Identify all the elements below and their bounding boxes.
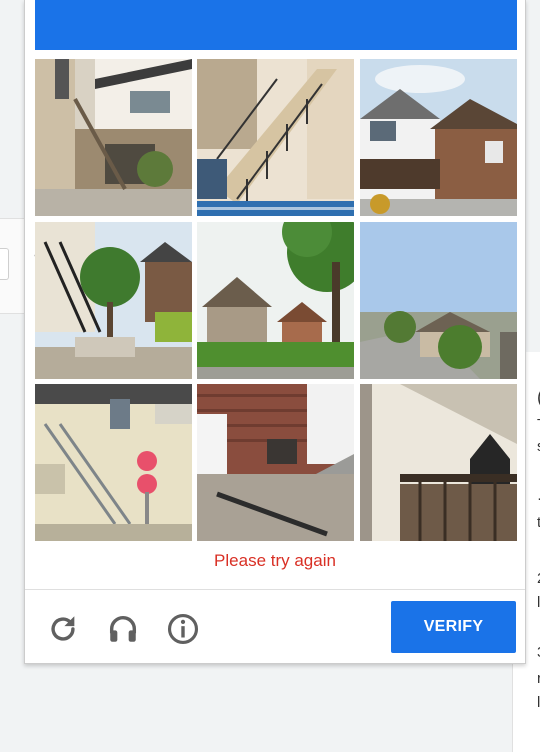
image-tile-9[interactable] (360, 384, 517, 541)
image-tile-1[interactable] (35, 59, 192, 216)
image-tile-5[interactable] (197, 222, 354, 379)
footer-divider (25, 589, 525, 590)
background-input (0, 248, 9, 280)
image-tile-8[interactable] (197, 384, 354, 541)
error-message: Please try again (214, 551, 336, 570)
info-icon (167, 613, 199, 645)
image-grid (35, 59, 517, 541)
image-tile-4[interactable] (35, 222, 192, 379)
image-tile-7[interactable] (35, 384, 192, 541)
challenge-header (35, 0, 517, 50)
image-tile-2[interactable] (197, 59, 354, 216)
tile-image-5 (197, 222, 354, 379)
tile-image-7 (35, 384, 192, 541)
reload-button[interactable] (43, 609, 83, 649)
tile-image-3 (360, 59, 517, 216)
tile-image-8 (197, 384, 354, 541)
reload-icon (51, 616, 75, 641)
audio-challenge-button[interactable] (103, 609, 143, 649)
tile-image-1 (35, 59, 192, 216)
image-tile-6[interactable] (360, 222, 517, 379)
image-tile-3[interactable] (360, 59, 517, 216)
tile-image-9 (360, 384, 517, 541)
tile-image-4 (35, 222, 192, 379)
recaptcha-challenge-popup: Please try again VERIFY (24, 0, 526, 664)
tile-image-6 (360, 222, 517, 379)
info-button[interactable] (163, 609, 203, 649)
tile-image-2 (197, 59, 354, 216)
verify-button[interactable]: VERIFY (391, 601, 516, 653)
headphones-icon (109, 616, 137, 642)
